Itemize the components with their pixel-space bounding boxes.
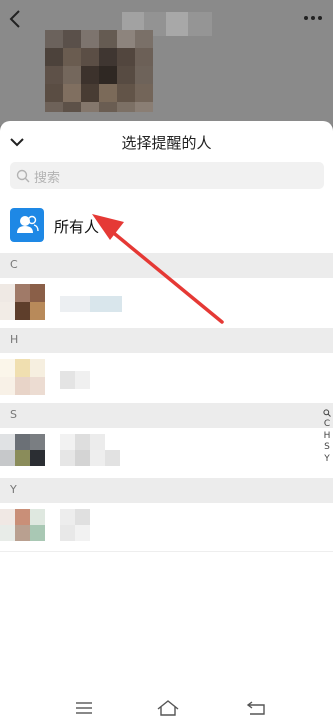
section-header-s: S <box>0 403 333 428</box>
avatar <box>0 284 45 320</box>
blurred-contact-name <box>60 296 122 312</box>
alphabet-index-bar[interactable]: C H S Y <box>321 409 333 465</box>
search-placeholder: 搜索 <box>34 171 61 186</box>
blurred-contact-name <box>60 371 90 389</box>
section-letter: S <box>10 408 17 421</box>
list-divider <box>0 551 333 552</box>
system-navigation-bar <box>0 690 333 725</box>
index-letter-s[interactable]: S <box>321 442 333 454</box>
index-letter-y[interactable]: Y <box>321 454 333 466</box>
section-letter: C <box>10 258 18 271</box>
background-page-header <box>0 0 333 125</box>
group-contacts-icon <box>10 208 44 242</box>
blurred-photo <box>45 30 153 112</box>
home-icon[interactable] <box>155 698 181 718</box>
avatar <box>0 509 45 541</box>
contact-row[interactable] <box>0 278 333 328</box>
index-search-icon[interactable] <box>323 409 331 417</box>
everyone-label: 所有人 <box>54 218 100 236</box>
contact-row[interactable] <box>0 428 333 478</box>
section-header-y: Y <box>0 478 333 503</box>
section-header-c: C <box>0 253 333 278</box>
back-chevron-icon[interactable] <box>6 8 26 30</box>
sheet-header: 选择提醒的人 <box>0 121 333 163</box>
index-letter-c[interactable]: C <box>321 419 333 431</box>
index-letter-h[interactable]: H <box>321 431 333 443</box>
section-letter: Y <box>10 483 17 496</box>
everyone-option[interactable]: 所有人 <box>0 201 333 249</box>
search-icon <box>16 169 30 183</box>
section-letter: H <box>10 333 19 346</box>
blurred-contact-name <box>60 434 120 466</box>
back-icon[interactable] <box>244 698 270 718</box>
contact-row[interactable] <box>0 503 333 553</box>
avatar <box>0 434 45 466</box>
blurred-contact-name <box>60 509 90 541</box>
menu-icon[interactable] <box>71 698 97 718</box>
sheet-title: 选择提醒的人 <box>121 134 212 152</box>
avatar <box>0 359 45 395</box>
search-input[interactable]: 搜索 <box>10 162 324 189</box>
more-dots-icon[interactable] <box>301 8 325 28</box>
mention-picker-sheet: 选择提醒的人 搜索 所有人 C H S Y C H S Y <box>0 121 333 725</box>
contact-row[interactable] <box>0 353 333 403</box>
section-header-h: H <box>0 328 333 353</box>
